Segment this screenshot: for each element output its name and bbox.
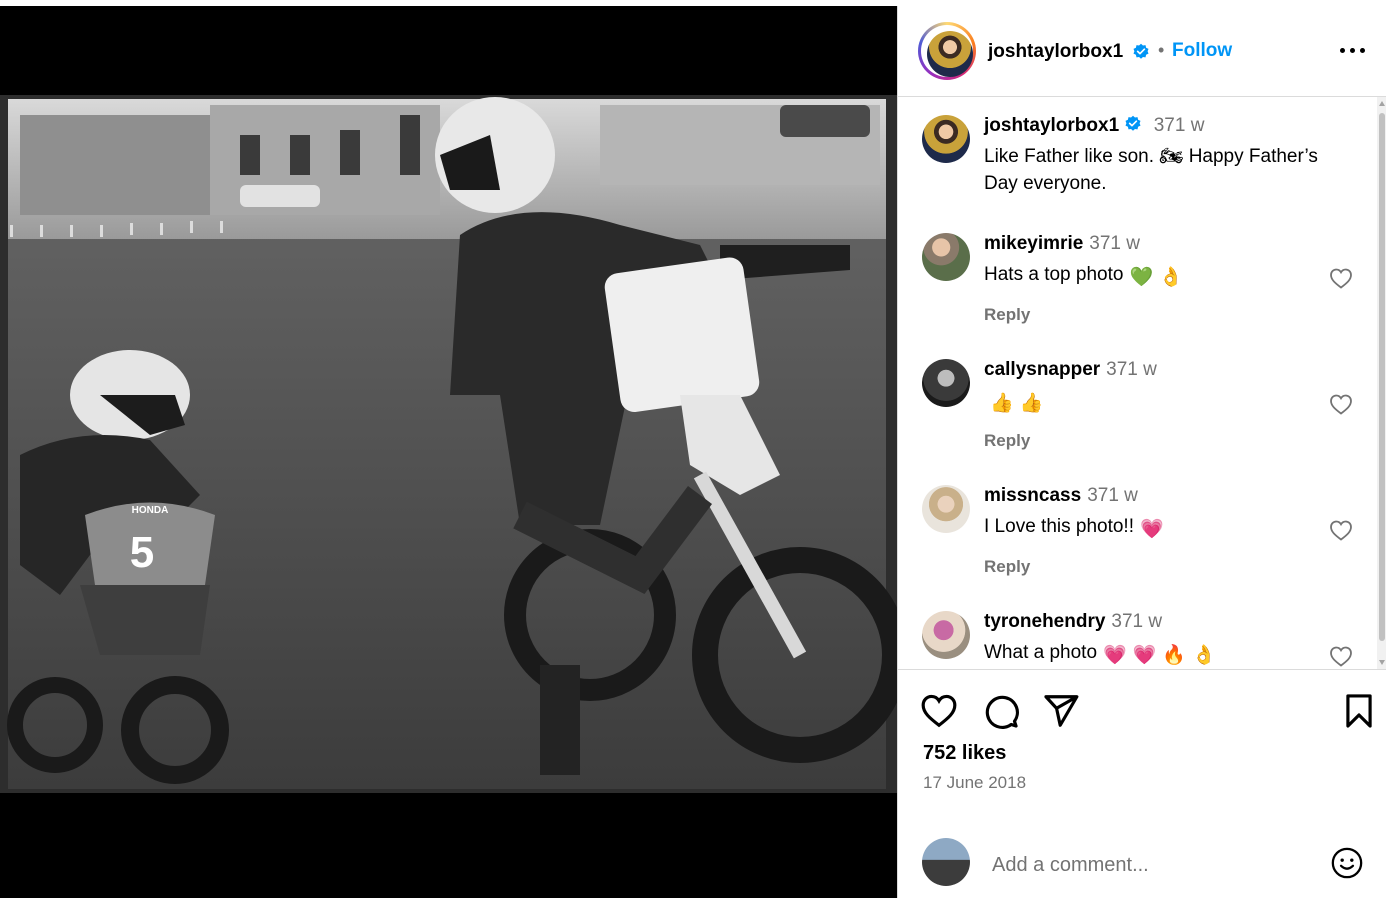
comment-username[interactable]: missncass: [984, 485, 1081, 506]
comments-list[interactable]: joshtaylorbox1 371 w Like Father like so…: [898, 97, 1386, 669]
comment-body: What a photo: [984, 642, 1098, 663]
avatar[interactable]: [922, 115, 970, 163]
caption-text: Like Father like son. 🏍 Happy Father’s D…: [984, 146, 1318, 194]
more-options-icon[interactable]: [1338, 38, 1368, 62]
header-username[interactable]: joshtaylorbox1: [988, 41, 1123, 63]
reply-button[interactable]: Reply: [984, 305, 1030, 325]
comment-header: mikeyimrie 371 w: [984, 233, 1140, 255]
caption-time[interactable]: 371 w: [1154, 115, 1205, 136]
likes-count[interactable]: 752 likes: [923, 742, 1006, 765]
comment-text: 👍 👍: [984, 387, 1354, 417]
comment-username[interactable]: tyronehendry: [984, 611, 1105, 632]
emoji-smiley-icon[interactable]: [1330, 846, 1364, 880]
scroll-thumb[interactable]: [1379, 113, 1385, 641]
post-media[interactable]: 5 HONDA: [0, 6, 897, 898]
scroll-down-arrow-icon[interactable]: [1379, 660, 1385, 665]
verified-badge-icon: [1133, 43, 1149, 59]
post-photo: 5 HONDA: [0, 95, 897, 793]
caption-header: joshtaylorbox1 371 w: [984, 115, 1204, 137]
emoji: 👌: [1159, 267, 1183, 288]
post-actions: 752 likes 17 June 2018: [898, 669, 1386, 899]
scroll-up-arrow-icon[interactable]: [1379, 101, 1385, 106]
reply-button[interactable]: Reply: [984, 431, 1030, 451]
photo-illustration: 5 HONDA: [0, 95, 897, 793]
comment-body: I Love this photo!!: [984, 516, 1134, 537]
like-comment-heart-icon[interactable]: [1329, 267, 1353, 289]
comment-username[interactable]: callysnapper: [984, 359, 1100, 380]
bike-number: 5: [130, 528, 154, 577]
avatar[interactable]: [927, 31, 973, 77]
like-comment-heart-icon[interactable]: [1329, 645, 1353, 667]
comment-header: missncass 371 w: [984, 485, 1138, 507]
post-side-panel: joshtaylorbox1 • Follow joshtaylorbox1 3…: [897, 6, 1386, 898]
add-comment-row: [898, 832, 1386, 892]
comment-time[interactable]: 371 w: [1089, 233, 1140, 254]
comment-time[interactable]: 371 w: [1087, 485, 1138, 506]
current-user-avatar: [922, 838, 970, 886]
bike-brand: HONDA: [132, 505, 169, 516]
comment-bubble-icon[interactable]: [982, 692, 1020, 730]
add-comment-input[interactable]: [990, 850, 1314, 880]
post-date[interactable]: 17 June 2018: [923, 773, 1026, 793]
emoji: 💚: [1129, 267, 1154, 288]
like-heart-icon[interactable]: [920, 692, 958, 730]
avatar[interactable]: [922, 485, 970, 533]
comment-text: Hats a top photo 💚 👌: [984, 261, 1354, 291]
comment-text: What a photo 💗 💗 🔥 👌: [984, 639, 1354, 669]
emoji: 💗: [1140, 519, 1164, 540]
emoji: 🔥: [1162, 645, 1187, 666]
story-ring[interactable]: [918, 22, 976, 80]
share-send-icon[interactable]: [1042, 692, 1080, 730]
comment-body: Hats a top photo: [984, 264, 1124, 285]
save-bookmark-icon[interactable]: [1340, 692, 1378, 730]
emoji: 👍: [990, 393, 1014, 414]
comment-time[interactable]: 371 w: [1106, 359, 1157, 380]
comment-username[interactable]: mikeyimrie: [984, 233, 1083, 254]
emoji: 💗: [1103, 645, 1127, 666]
like-comment-heart-icon[interactable]: [1329, 519, 1353, 541]
avatar[interactable]: [922, 359, 970, 407]
comments-scrollbar[interactable]: [1377, 97, 1386, 669]
caption-username[interactable]: joshtaylorbox1: [984, 115, 1119, 136]
follow-button[interactable]: Follow: [1172, 40, 1232, 62]
avatar[interactable]: [922, 611, 970, 659]
header-separator: •: [1158, 40, 1165, 60]
comment-header: tyronehendry 371 w: [984, 611, 1162, 633]
reply-button[interactable]: Reply: [984, 557, 1030, 577]
comment-text: I Love this photo!! 💗: [984, 513, 1354, 543]
like-comment-heart-icon[interactable]: [1329, 393, 1353, 415]
comment-header: callysnapper 371 w: [984, 359, 1157, 381]
avatar[interactable]: [922, 233, 970, 281]
emoji: 👍: [1019, 393, 1044, 414]
emoji: 💗: [1132, 645, 1157, 666]
comment-time[interactable]: 371 w: [1111, 611, 1162, 632]
post-header: joshtaylorbox1 • Follow: [898, 6, 1386, 97]
emoji: 👌: [1192, 645, 1216, 666]
verified-badge-icon: [1125, 115, 1141, 131]
